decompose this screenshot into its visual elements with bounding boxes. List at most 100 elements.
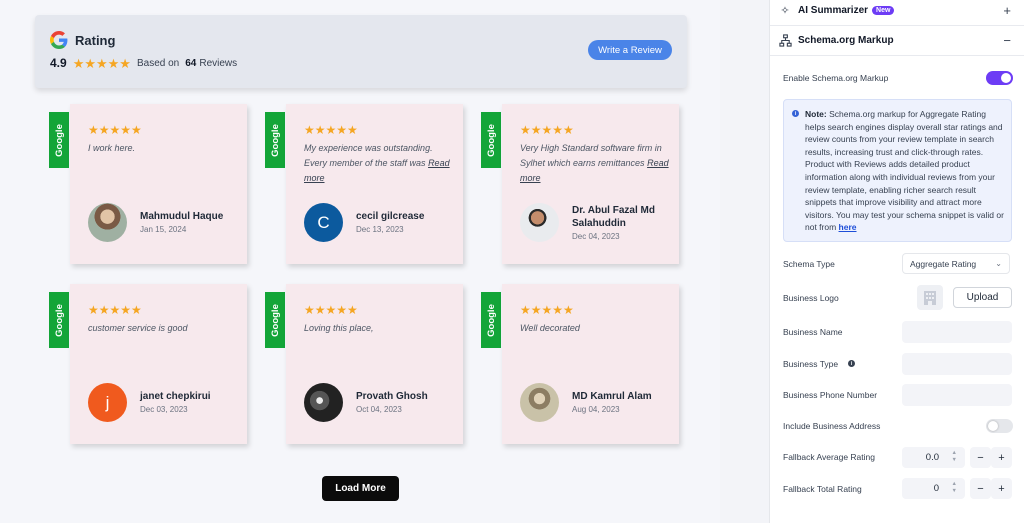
new-badge: New [872, 6, 895, 15]
enable-schema-label: Enable Schema.org Markup [783, 73, 889, 83]
chevron-down-icon: ⌄ [995, 259, 1002, 268]
review-stars: ★★★★★ [520, 303, 574, 317]
fallback-total-input[interactable]: 0 ▲ ▼ [902, 478, 965, 499]
average-stars: ★★★★★ [72, 55, 131, 71]
reviewer-name: cecil gilcrease [356, 211, 425, 222]
business-name-field[interactable] [902, 321, 1012, 343]
schema-markup-title: Schema.org Markup [798, 35, 894, 46]
review-text-block: Loving this place, [304, 321, 456, 336]
review-date: Dec 13, 2023 [356, 225, 404, 234]
business-name-label: Business Name [783, 327, 843, 337]
google-source-badge: Google [49, 112, 69, 168]
business-phone-label: Business Phone Number [783, 390, 878, 400]
load-more-button[interactable]: Load More [322, 476, 399, 501]
review-text-block: Well decorated [520, 321, 672, 336]
upload-logo-button[interactable]: Upload [953, 287, 1012, 308]
review-date: Dec 03, 2023 [140, 405, 188, 414]
include-address-toggle[interactable] [986, 419, 1013, 433]
fallback-average-label: Fallback Average Rating [783, 452, 875, 462]
toggle-knob [1001, 73, 1011, 83]
collapse-icon[interactable]: − [1003, 33, 1011, 48]
expand-icon[interactable]: + [1003, 3, 1011, 18]
reviewer-name: Provath Ghosh [356, 391, 428, 402]
google-source-badge: Google [49, 292, 69, 348]
business-type-field[interactable] [902, 353, 1012, 375]
reviewer-avatar [520, 203, 559, 242]
reviewer-avatar: C [304, 203, 343, 242]
review-card: ★★★★★ Well decorated MD Kamrul Alam Aug 04… [502, 284, 679, 444]
fallback-total-label: Fallback Total Rating [783, 484, 862, 494]
review-preview: Rating 4.9 ★★★★★ Based on 64 Reviews Wri… [0, 0, 720, 523]
schema-type-select[interactable]: Aggregate Rating ⌄ [902, 253, 1010, 274]
fallback-average-increment[interactable]: + [991, 447, 1012, 468]
review-card: ★★★★★ Loving this place, Provath Ghosh Oct… [286, 284, 463, 444]
fallback-average-input[interactable]: 0.0 ▲ ▼ [902, 447, 965, 468]
reviewer-name: Mahmudul Haque [140, 211, 224, 222]
spinner-icon[interactable]: ▲ ▼ [952, 450, 957, 464]
review-text-block: My experience was outstanding. Every mem… [304, 141, 456, 186]
settings-panel: ✧ AI Summarizer New + Schema.org Markup −… [769, 0, 1024, 523]
reviewer-avatar [304, 383, 343, 422]
business-type-info-icon[interactable]: i [848, 360, 855, 367]
sparkle-icon: ✧ [780, 5, 790, 17]
review-text: Well decorated [520, 323, 580, 333]
google-source-badge: Google [481, 292, 501, 348]
avatar-initial: j [105, 392, 110, 412]
fallback-total-decrement[interactable]: − [970, 478, 991, 499]
google-badge-label: Google [53, 123, 65, 157]
fallback-average-value: 0.0 [925, 452, 939, 463]
rating-title: Rating [75, 32, 116, 48]
google-badge-label: Google [269, 123, 281, 157]
ai-summarizer-section[interactable]: ✧ AI Summarizer New + [770, 0, 1024, 26]
schema-note: i Note: Schema.org markup for Aggregate … [783, 99, 1012, 242]
business-phone-field[interactable] [902, 384, 1012, 406]
spinner-icon[interactable]: ▲ ▼ [952, 481, 957, 495]
google-source-badge: Google [265, 112, 285, 168]
rating-title-row: Rating [50, 31, 115, 49]
review-card: ★★★★★ Very High Standard software firm in… [502, 104, 679, 264]
average-rating: 4.9 [50, 56, 67, 70]
google-logo-icon [50, 31, 68, 49]
review-text-block: customer service is good [88, 321, 240, 336]
toggle-knob [988, 421, 998, 431]
rating-summary-line: 4.9 ★★★★★ Based on 64 Reviews [50, 56, 237, 70]
google-badge-label: Google [53, 303, 65, 337]
write-review-button[interactable]: Write a Review [588, 40, 672, 60]
review-text-block: Very High Standard software firm in Sylh… [520, 141, 672, 186]
note-body: Schema.org markup for Aggregate Rating h… [805, 109, 1004, 233]
review-stars: ★★★★★ [88, 303, 142, 317]
review-card: ★★★★★ customer service is good j janet che… [70, 284, 247, 444]
sitemap-svg [778, 34, 792, 47]
review-stars: ★★★★★ [520, 123, 574, 137]
review-card: ★★★★★ I work here. Mahmudul Haque Jan 15, … [70, 104, 247, 264]
reviewer-avatar: j [88, 383, 127, 422]
fallback-total-value: 0 [933, 483, 939, 494]
reviewer-avatar [520, 383, 559, 422]
building-icon [924, 290, 936, 305]
review-stars: ★★★★★ [304, 303, 358, 317]
google-source-badge: Google [265, 292, 285, 348]
business-logo-placeholder[interactable] [917, 285, 943, 310]
sitemap-icon [778, 34, 792, 48]
review-date: Oct 04, 2023 [356, 405, 402, 414]
based-on-prefix: Based on [136, 57, 180, 69]
include-address-label: Include Business Address [783, 421, 881, 431]
fallback-total-increment[interactable]: + [991, 478, 1012, 499]
review-text: customer service is good [88, 323, 188, 333]
reviewer-name: janet chepkirui [140, 391, 211, 402]
schema-markup-section[interactable]: Schema.org Markup − [770, 26, 1024, 56]
fallback-average-decrement[interactable]: − [970, 447, 991, 468]
note-text: Note: Schema.org markup for Aggregate Ra… [805, 108, 1007, 234]
google-badge-label: Google [269, 303, 281, 337]
reviewer-name: Dr. Abul Fazal Md Salahuddin [572, 205, 655, 229]
review-text: Loving this place, [304, 323, 374, 333]
review-count: 64 [185, 57, 197, 69]
info-icon: i [792, 110, 799, 117]
review-card: ★★★★★ My experience was outstanding. Ever… [286, 104, 463, 264]
enable-schema-toggle[interactable] [986, 71, 1013, 85]
review-stars: ★★★★★ [304, 123, 358, 137]
note-lead: Note: [805, 109, 827, 119]
ai-summarizer-heading: AI Summarizer New [798, 5, 895, 16]
note-here-link[interactable]: here [839, 222, 857, 232]
review-text: My experience was outstanding. Every mem… [304, 143, 433, 168]
